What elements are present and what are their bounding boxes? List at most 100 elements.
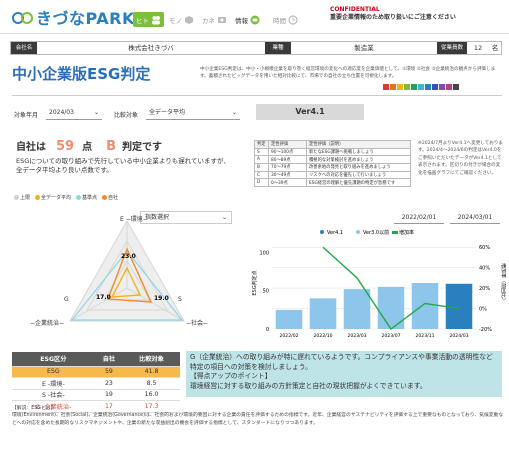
nav-mono[interactable]: モノ bbox=[166, 12, 197, 27]
confidential-title: CONFIDENTIAL bbox=[330, 6, 380, 13]
judgment-row: D 0〜39点 ESG経営の理解と優先課題の特定が急務です bbox=[254, 178, 411, 188]
esg-table-header: ESG区分 自社 比較対象 bbox=[12, 352, 180, 367]
color-swatch bbox=[432, 84, 438, 90]
legend-swatch bbox=[320, 230, 324, 234]
trend-chart: Ver4.1 Ver3.0以前 増加率 0 50 100 -20% 0% 20% 40% 60% ES… bbox=[251, 229, 506, 339]
color-strip bbox=[383, 84, 459, 90]
judgment-header: 判定 bbox=[254, 140, 269, 149]
judgment-cell: 改善余地の発見と取り組みを進めましょう bbox=[306, 163, 411, 172]
employees-value: 12 bbox=[473, 44, 483, 52]
color-swatch bbox=[439, 84, 445, 90]
legend-label: 増加率 bbox=[399, 229, 414, 236]
chevron-down-icon: ⌄ bbox=[231, 109, 237, 116]
result-score: 59 bbox=[56, 139, 75, 154]
clock-icon bbox=[288, 14, 298, 25]
color-swatch bbox=[383, 84, 389, 90]
judgment-row: S 90〜100点 新たなESG課題へ挑戦しましょう bbox=[254, 147, 411, 157]
nav-hito[interactable]: ヒト bbox=[133, 12, 164, 27]
people-icon bbox=[152, 15, 160, 24]
company-name-label: 会社名 bbox=[11, 42, 37, 54]
judgment-cell: リスクへの対応を優先して行いましょう bbox=[306, 170, 411, 180]
y-tick-left: 0 bbox=[266, 327, 269, 333]
judgment-cell: 70〜79点 bbox=[268, 163, 307, 172]
nav-joho-label: 情報 bbox=[235, 16, 248, 25]
esg-header: ESG区分 bbox=[12, 352, 95, 367]
result-description: ESGについての取り組みで先行している中小企業よりも遅れていますが、全データ平均… bbox=[16, 157, 230, 174]
legend-label: Ver4.1 bbox=[327, 230, 343, 236]
color-swatch bbox=[411, 84, 417, 90]
result-prefix: 自社は bbox=[16, 142, 46, 153]
esg-explanation: 【解説：ESGとは】 環境(Environment)、社会(Social)、企業… bbox=[12, 405, 504, 427]
radar-axis-g: G bbox=[64, 296, 69, 303]
legend-swatch bbox=[392, 231, 398, 234]
esg-cell: 41.8 bbox=[123, 366, 180, 378]
radar-axis-s-sub: −社会− bbox=[186, 320, 209, 327]
nav-jikan-label: 時間 bbox=[273, 16, 286, 25]
period-select[interactable]: 2024/03 ⌄ bbox=[46, 107, 102, 120]
y-tick-right: 20% bbox=[479, 286, 490, 292]
bar-2022/10 bbox=[309, 298, 337, 329]
judgment-row: C 30〜49点 リスクへの対応を優先して行いましょう bbox=[254, 170, 411, 180]
esg-cell: 59 bbox=[94, 366, 124, 378]
color-swatch bbox=[453, 84, 459, 90]
app-header: きづなPARK ヒト モノ カネ 情報 時間 CONFIDENTIAL 重要企業… bbox=[0, 0, 509, 34]
y-tick-left: 100 bbox=[259, 250, 269, 256]
nav-jikan[interactable]: 時間 bbox=[270, 12, 301, 27]
company-name-value: 株式会社きづバ bbox=[128, 44, 174, 52]
result-summary: 自社は 59 点 B 判定です bbox=[16, 138, 162, 154]
y-tick-right: 60% bbox=[479, 245, 490, 251]
judgment-cell: 90〜100点 bbox=[268, 147, 307, 157]
nav-hito-label: ヒト bbox=[136, 16, 149, 25]
judgment-header: 定性評価（説明） bbox=[306, 140, 411, 149]
judgment-cell: ESG経営の理解と優先課題の特定が急務です bbox=[306, 178, 411, 188]
bar-2023/03 bbox=[343, 289, 371, 329]
color-swatch bbox=[404, 84, 410, 90]
esg-score-table: ESG区分 自社 比較対象 ESG 59 41.8 E -環境- 23 8.5 S -社… bbox=[12, 352, 180, 413]
advice-comment: G（企業統治）への取り組みが特に遅れているようです。コンプライアンスや事業活動の… bbox=[186, 351, 502, 397]
judgment-row: A 80〜89点 積極的な対策検討を進めましょう bbox=[254, 155, 411, 165]
radar-axis-e: E −環境− bbox=[120, 216, 148, 223]
industry-value: 製造業 bbox=[354, 44, 374, 52]
compare-value: 全データ平均 bbox=[149, 109, 186, 116]
color-swatch bbox=[390, 84, 396, 90]
y-tick-right: 0% bbox=[479, 307, 487, 313]
bar-2024/03 bbox=[445, 283, 473, 329]
nav-kane[interactable]: カネ bbox=[199, 12, 230, 27]
esg-row-s: S -社会- 19 16.0 bbox=[12, 389, 180, 401]
radar-rings bbox=[69, 219, 185, 322]
radar-value-g: 17.0 bbox=[96, 294, 111, 301]
esg-cell: S -社会- bbox=[12, 389, 95, 401]
esg-row-e: E -環境- 23 8.5 bbox=[12, 377, 180, 390]
judgment-cell: 積極的な対策検討を進めましょう bbox=[306, 155, 411, 165]
nav-joho[interactable]: 情報 bbox=[232, 12, 263, 27]
period-label: 対象年月 bbox=[14, 112, 39, 119]
date-to-field[interactable]: 2024/03/01 bbox=[450, 213, 500, 224]
judgment-header-row: 判定 定性評価 定性評価（説明） bbox=[254, 140, 411, 149]
date-from-field[interactable]: 2022/02/01 bbox=[394, 213, 444, 224]
judgment-header: 定性評価 bbox=[268, 140, 307, 149]
version-note: ※2024/7月よりVer4.1へ変更しております。2024/4〜2024/6の… bbox=[418, 141, 503, 176]
explanation-heading: 【解説：ESGとは】 bbox=[12, 406, 56, 411]
esg-header: 自社 bbox=[94, 352, 124, 367]
color-swatch bbox=[446, 84, 452, 90]
chevron-down-icon: ⌄ bbox=[93, 109, 99, 116]
nav-kane-label: カネ bbox=[202, 16, 215, 25]
radar-value-e: 23.0 bbox=[121, 253, 136, 260]
employees-unit: 名 bbox=[491, 44, 499, 52]
judgment-cell: 30〜49点 bbox=[268, 170, 307, 180]
chat-icon bbox=[250, 15, 260, 24]
compare-label: 比較対象 bbox=[114, 112, 139, 119]
legend-label: Ver3.0以前 bbox=[363, 229, 389, 236]
y-axis-label-right: 増加率（前回比） bbox=[500, 263, 506, 303]
compare-select[interactable]: 全データ平均 ⌄ bbox=[146, 107, 240, 120]
esg-cell: 16.0 bbox=[123, 389, 180, 401]
cube-icon bbox=[185, 15, 193, 24]
explanation-body: 環境(Environment)、社会(Social)、企業統治(Governan… bbox=[12, 413, 504, 426]
esg-cell: E -環境- bbox=[12, 377, 95, 390]
version-badge[interactable]: Ver4.1 bbox=[256, 104, 364, 120]
x-tick-label: 2022/02 bbox=[279, 333, 298, 339]
x-tick-label: 2023/07 bbox=[381, 333, 400, 339]
x-tick-label: 2022/10 bbox=[313, 333, 332, 339]
logo[interactable]: きづなPARK bbox=[12, 7, 135, 28]
y-tick-right: 40% bbox=[479, 266, 490, 272]
